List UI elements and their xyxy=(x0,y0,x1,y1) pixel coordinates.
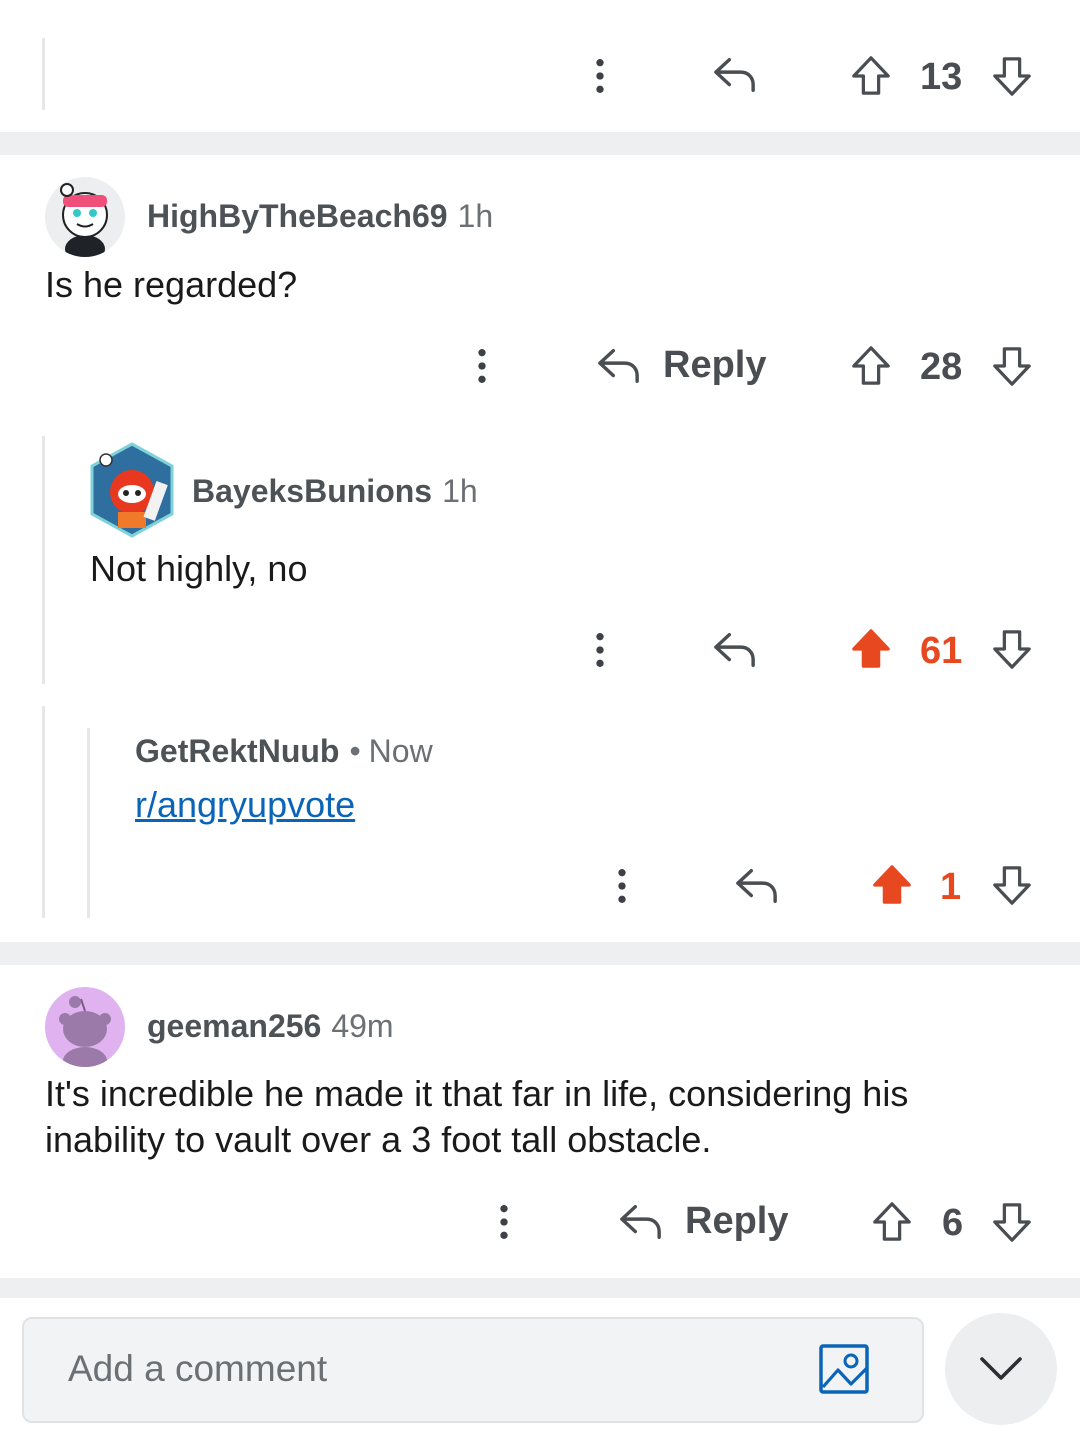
username[interactable]: geeman256 xyxy=(147,1008,321,1044)
avatar[interactable] xyxy=(45,987,125,1067)
downvote-arrow-icon[interactable] xyxy=(991,345,1033,387)
reply-button[interactable]: Reply xyxy=(596,340,766,394)
reply-arrow-icon xyxy=(596,345,642,387)
more-vertical-icon[interactable] xyxy=(612,866,632,906)
avatar[interactable] xyxy=(45,177,125,257)
downvote-arrow-icon[interactable] xyxy=(991,864,1033,906)
reply-arrow-icon[interactable] xyxy=(712,54,758,96)
vote-count: 61 xyxy=(920,630,963,672)
meta-separator: • xyxy=(349,733,361,769)
vote-count: 28 xyxy=(920,346,963,388)
username[interactable]: GetRektNuub xyxy=(135,733,339,769)
more-vertical-icon[interactable] xyxy=(472,346,492,386)
upvote-arrow-icon[interactable] xyxy=(850,345,892,387)
avatar[interactable] xyxy=(88,442,176,540)
timestamp: 1h xyxy=(442,473,478,509)
timestamp: Now xyxy=(368,733,433,769)
reply-button[interactable]: Reply xyxy=(618,1196,788,1250)
comment-meta: GetRektNuub • Now xyxy=(135,733,433,770)
comment-body: Is he regarded? xyxy=(45,264,298,305)
reply-label: Reply xyxy=(663,344,767,386)
chevron-down-icon xyxy=(980,1357,1022,1380)
thread-line xyxy=(42,706,45,918)
comment-meta: BayeksBunions 1h xyxy=(192,473,478,510)
comment-body: Not highly, no xyxy=(90,548,308,589)
comment-placeholder: Add a comment xyxy=(68,1348,328,1389)
section-separator xyxy=(0,1278,1080,1298)
comment-body: It's incredible he made it that far in l… xyxy=(45,1073,909,1160)
reply-arrow-icon xyxy=(618,1201,664,1243)
more-vertical-icon[interactable] xyxy=(590,56,610,96)
vote-count: 13 xyxy=(920,56,963,98)
more-vertical-icon[interactable] xyxy=(494,1202,514,1242)
timestamp: 1h xyxy=(457,198,494,234)
comment-body: r/angryupvote xyxy=(135,782,355,828)
image-icon[interactable] xyxy=(818,1343,870,1395)
comment-meta: geeman256 49m xyxy=(147,1008,394,1045)
vote-count: 6 xyxy=(942,1202,964,1244)
reply-arrow-icon[interactable] xyxy=(712,629,758,671)
more-vertical-icon[interactable] xyxy=(590,630,610,670)
vote-count: 1 xyxy=(940,866,962,908)
thread-line xyxy=(42,38,45,110)
downvote-arrow-icon[interactable] xyxy=(991,1201,1033,1243)
timestamp: 49m xyxy=(331,1008,394,1044)
downvote-arrow-icon[interactable] xyxy=(991,628,1033,670)
thread-line xyxy=(87,728,90,918)
upvote-arrow-filled-icon[interactable] xyxy=(871,864,913,906)
section-separator xyxy=(0,942,1080,965)
reply-arrow-icon[interactable] xyxy=(734,865,780,907)
thread-line xyxy=(42,436,45,684)
upvote-arrow-icon[interactable] xyxy=(850,55,892,97)
collapse-button[interactable] xyxy=(945,1313,1057,1425)
comment-meta: HighByTheBeach69 1h xyxy=(147,198,493,235)
username[interactable]: BayeksBunions xyxy=(192,473,432,509)
section-separator xyxy=(0,132,1080,155)
downvote-arrow-icon[interactable] xyxy=(991,55,1033,97)
subreddit-link[interactable]: r/angryupvote xyxy=(135,784,355,825)
comment-input[interactable]: Add a comment xyxy=(22,1317,924,1423)
reply-label: Reply xyxy=(685,1200,789,1242)
upvote-arrow-icon[interactable] xyxy=(871,1201,913,1243)
upvote-arrow-filled-icon[interactable] xyxy=(850,628,892,670)
username[interactable]: HighByTheBeach69 xyxy=(147,198,448,234)
